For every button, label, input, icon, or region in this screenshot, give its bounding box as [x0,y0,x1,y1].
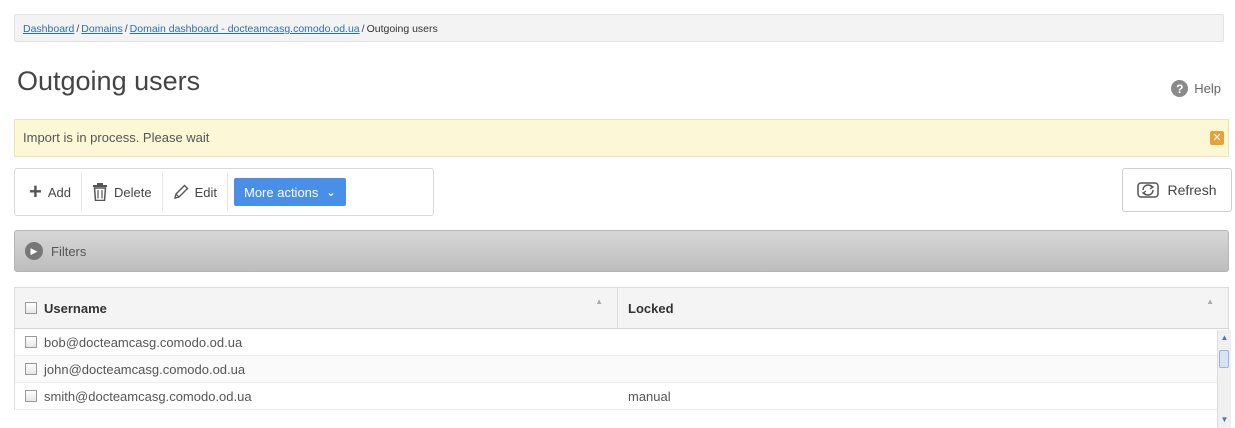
action-toolbar: + Add Delete Edit More actions ⌄ [14,168,434,216]
username-cell: john@docteamcasg.comodo.od.ua [15,356,618,382]
table-header: Username ▲ Locked ▲ [15,288,1228,329]
table-row[interactable]: smith@docteamcasg.comodo.od.ua manual [15,383,1228,410]
scrollbar-thumb[interactable] [1219,350,1229,368]
pencil-icon [173,184,189,199]
add-label: Add [47,184,71,200]
column-header-locked[interactable]: Locked ▲ [618,288,1228,328]
refresh-icon [1137,182,1160,198]
help-icon: ? [1171,80,1189,97]
select-all-checkbox[interactable] [25,302,37,314]
expand-arrow-icon: ▶ [25,242,43,260]
sort-caret-icon: ▲ [1206,297,1214,306]
breadcrumb: Dashboard / Domains / Domain dashboard - doc… [14,14,1224,42]
edit-button[interactable]: Edit [163,173,228,211]
more-actions-button[interactable]: More actions ⌄ [233,178,346,206]
breadcrumb-link-domains[interactable]: Domains [81,23,122,35]
delete-label: Delete [114,184,152,200]
username-value: smith@docteamcasg.comodo.od.ua [44,388,252,404]
trash-icon [93,183,107,201]
help-label: Help [1194,81,1221,96]
sort-caret-icon: ▲ [595,297,603,306]
username-value: bob@docteamcasg.comodo.od.ua [44,334,243,350]
breadcrumb-link-domain-dashboard[interactable]: Domain dashboard - docteamcasg.comodo.od… [130,23,360,35]
refresh-button[interactable]: Refresh [1122,168,1232,212]
chevron-down-icon: ⌄ [326,186,336,199]
import-notice: Import is in process. Please wait ✕ [14,119,1229,157]
page-title: Outgoing users [17,66,201,96]
column-header-label: Locked [628,300,674,316]
table-row[interactable]: john@docteamcasg.comodo.od.ua [15,356,1228,383]
filters-panel-header[interactable]: ▶ Filters [14,230,1229,272]
locked-cell [618,356,1228,382]
breadcrumb-separator: / [76,23,80,35]
table-row[interactable]: bob@docteamcasg.comodo.od.ua [15,329,1228,356]
row-checkbox[interactable] [25,363,37,375]
users-table: Username ▲ Locked ▲ bob@docteamcasg.como… [14,287,1229,410]
more-actions-label: More actions [243,184,319,200]
username-cell: bob@docteamcasg.comodo.od.ua [15,329,618,355]
close-icon[interactable]: ✕ [1210,131,1224,145]
column-header-username[interactable]: Username ▲ [15,288,618,328]
breadcrumb-current: Outgoing users [366,23,438,35]
row-checkbox[interactable] [25,336,37,348]
breadcrumb-link-dashboard[interactable]: Dashboard [23,23,74,35]
column-header-label: Username [44,300,107,316]
row-checkbox[interactable] [25,390,37,402]
locked-cell: manual [628,388,671,404]
scroll-down-arrow-icon[interactable]: ▼ [1219,414,1230,426]
breadcrumb-separator: / [361,23,365,35]
username-cell: smith@docteamcasg.comodo.od.ua [15,383,618,409]
add-button[interactable]: + Add [19,173,82,211]
refresh-label: Refresh [1167,182,1217,198]
table-body: bob@docteamcasg.comodo.od.ua john@doctea… [15,329,1228,410]
notice-text: Import is in process. Please wait [23,130,210,145]
help-link[interactable]: ? Help [1171,80,1221,97]
breadcrumb-separator: / [124,23,128,35]
edit-label: Edit [194,184,217,200]
filters-label: Filters [51,243,87,259]
username-value: john@docteamcasg.comodo.od.ua [44,361,246,377]
table-scrollbar[interactable]: ▲ ▼ [1217,330,1231,428]
delete-button[interactable]: Delete [82,173,163,211]
locked-cell [618,329,1228,355]
plus-icon: + [29,179,42,204]
scroll-up-arrow-icon[interactable]: ▲ [1219,332,1230,344]
